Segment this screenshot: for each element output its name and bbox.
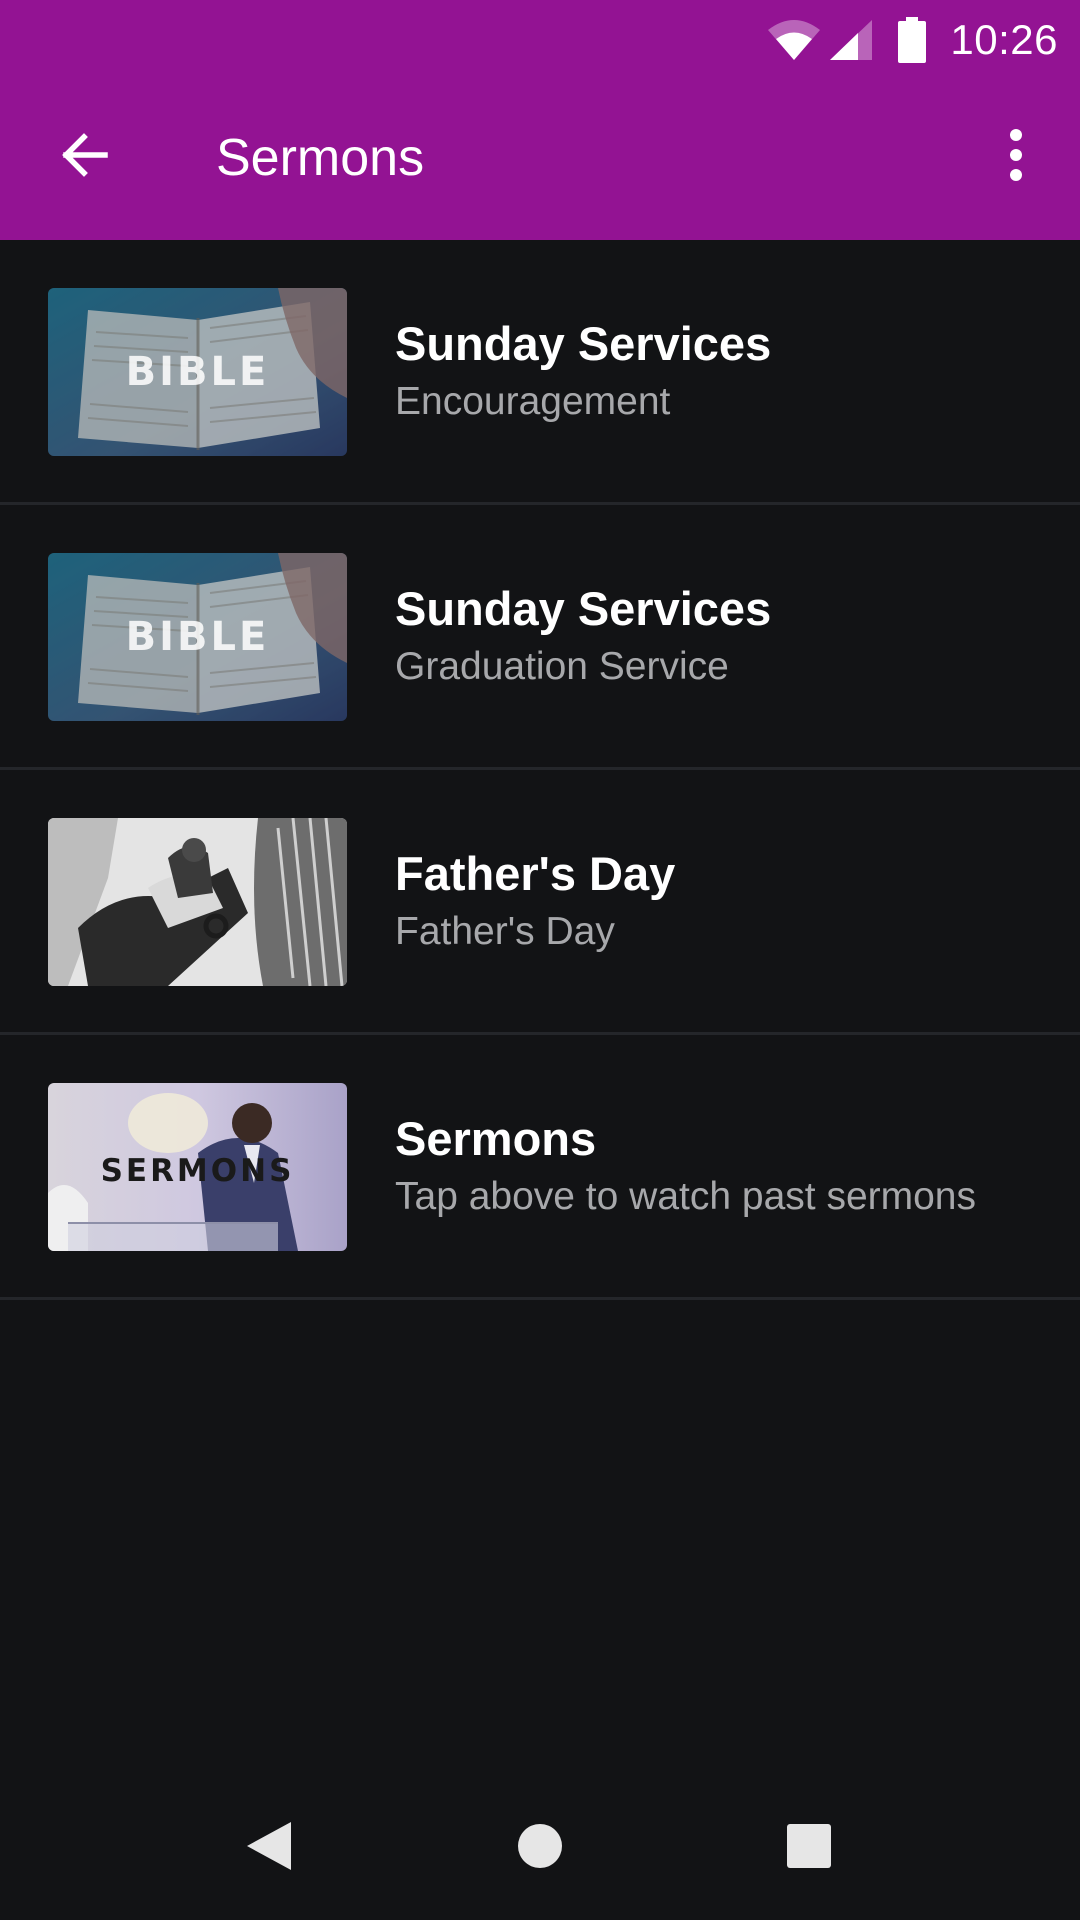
app-bar: Sermons — [0, 78, 1080, 240]
nav-back-icon — [245, 1820, 293, 1877]
nav-home-icon — [516, 1822, 564, 1875]
item-subtitle: Encouragement — [395, 380, 671, 423]
item-title: Sermons — [395, 1112, 597, 1165]
thumbnail-caption: SERMONS — [100, 1153, 295, 1189]
status-time: 10:26 — [950, 16, 1058, 63]
item-title: Sunday Services — [395, 582, 772, 635]
top-bar: 10:26 Sermons — [0, 0, 1080, 240]
item-title: Sunday Services — [395, 317, 772, 370]
fathers-day-thumbnail — [48, 818, 347, 986]
nav-recents-button[interactable] — [761, 1800, 857, 1896]
item-text: Father's Day Father's Day — [395, 846, 1065, 956]
list-item[interactable]: BIBLE Sunday Services Encouragement — [0, 240, 1080, 505]
item-text: Sunday Services Graduation Service — [395, 581, 1065, 691]
screen: 10:26 Sermons BIBLE Sunday Services Enco… — [0, 0, 1080, 1920]
more-options-button[interactable] — [976, 115, 1056, 199]
item-title: Father's Day — [395, 847, 676, 900]
wifi-icon — [766, 18, 822, 62]
list-item[interactable]: BIBLE Sunday Services Graduation Service — [0, 505, 1080, 770]
thumbnail-caption: BIBLE — [125, 349, 270, 395]
bible-thumbnail: BIBLE — [48, 553, 347, 721]
item-text: Sunday Services Encouragement — [395, 316, 1065, 426]
sermon-list: BIBLE Sunday Services Encouragement BIBL… — [0, 240, 1080, 1300]
status-bar: 10:26 — [0, 0, 1080, 78]
nav-back-button[interactable] — [221, 1800, 317, 1896]
sermons-thumbnail: SERMONS — [48, 1083, 347, 1251]
status-icons: 10:26 — [766, 10, 1058, 70]
back-button[interactable] — [42, 115, 126, 199]
list-item[interactable]: Father's Day Father's Day — [0, 770, 1080, 1035]
item-text: Sermons Tap above to watch past sermons — [395, 1111, 1065, 1221]
thumbnail-caption: BIBLE — [125, 614, 270, 660]
signal-icon — [828, 18, 874, 62]
battery-icon — [898, 17, 927, 63]
nav-recents-icon — [785, 1822, 833, 1875]
item-subtitle: Father's Day — [395, 910, 615, 953]
system-nav-bar — [0, 1776, 1080, 1920]
item-subtitle: Tap above to watch past sermons — [395, 1175, 976, 1218]
nav-home-button[interactable] — [492, 1800, 588, 1896]
more-vert-icon — [1008, 128, 1024, 186]
list-item[interactable]: SERMONS Sermons Tap above to watch past … — [0, 1035, 1080, 1300]
item-subtitle: Graduation Service — [395, 645, 729, 688]
page-title: Sermons — [216, 129, 425, 187]
bible-thumbnail: BIBLE — [48, 288, 347, 456]
arrow-back-icon — [57, 128, 111, 187]
